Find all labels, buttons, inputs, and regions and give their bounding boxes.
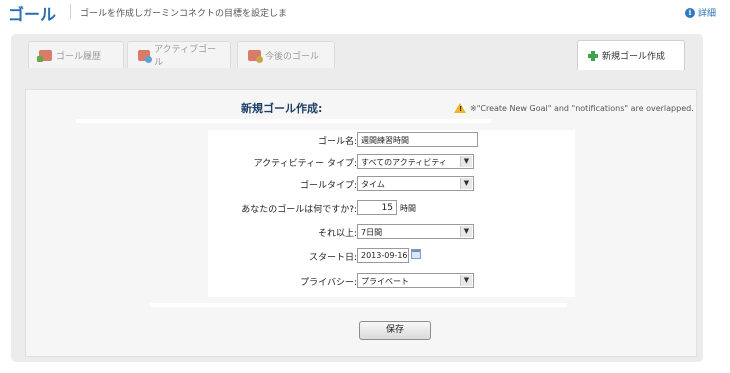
chevron-down-icon: ▼ — [460, 156, 472, 167]
goal-name-label: ゴール名: — [317, 137, 357, 147]
goal-name-row: ゴール名: 週間練習時間 — [208, 130, 575, 150]
goal-amount-row: あなたのゴールは何ですか?: 15 時間 — [208, 198, 575, 218]
form-title: 新規ゴール作成: — [241, 102, 323, 115]
plus-icon — [588, 50, 598, 61]
details-link[interactable]: i 詳細 — [684, 6, 716, 19]
activity-type-select[interactable]: すべてのアクティビティ ▼ — [357, 154, 474, 169]
start-date-label: スタート日: — [308, 253, 357, 263]
privacy-value: プライベート — [361, 277, 409, 286]
goal-name-input[interactable]: 週間練習時間 — [357, 132, 478, 147]
overlap-warning: ! ※"Create New Goal" and "notifications"… — [454, 103, 694, 113]
tab-label: 新規ゴール作成 — [602, 52, 666, 62]
start-date-row: スタート日: 2013-09-16 — [208, 246, 575, 266]
header-divider — [70, 4, 71, 19]
tab-active-goals[interactable]: アクティブゴール — [127, 41, 231, 68]
goal-amount-unit: 時間 — [400, 204, 416, 213]
new-goal-form-area: 新規ゴール作成: ! ※"Create New Goal" and "notif… — [25, 89, 697, 357]
upcoming-goal-icon — [248, 49, 263, 63]
tab-goal-history[interactable]: ゴール履歴 — [28, 41, 124, 68]
goal-type-row: ゴールタイプ: タイム ▼ — [208, 174, 575, 194]
tab-label: ゴール履歴 — [56, 51, 102, 62]
start-date-input[interactable]: 2013-09-16 — [357, 248, 409, 263]
calendar-icon[interactable] — [411, 249, 421, 259]
form-divider — [150, 303, 567, 307]
privacy-label: プライバシー: — [300, 278, 357, 288]
chevron-down-icon: ▼ — [460, 178, 472, 189]
save-button[interactable]: 保存 — [359, 321, 431, 340]
period-label: それ以上: — [317, 229, 357, 239]
privacy-select[interactable]: プライベート ▼ — [357, 273, 474, 288]
privacy-row: プライバシー: プライベート ▼ — [208, 271, 575, 291]
activity-type-row: アクティビティー タイプ: すべてのアクティビティ ▼ — [208, 152, 575, 172]
tab-new-goal[interactable]: 新規ゴール作成 — [577, 40, 685, 70]
tab-label: 今後のゴール — [265, 51, 320, 62]
goal-amount-label: あなたのゴールは何ですか?: — [241, 205, 357, 215]
goals-panel: ゴール履歴 アクティブゴール 今後のゴール 新規ゴール作成 新規ゴール作成: !… — [11, 34, 703, 362]
tab-upcoming-goals[interactable]: 今後のゴール — [237, 41, 335, 68]
tab-label: アクティブゴール — [154, 45, 217, 68]
goal-type-label: ゴールタイプ: — [299, 181, 357, 191]
warning-text: ※"Create New Goal" and "notifications" a… — [470, 103, 694, 113]
goal-form: ゴール名: 週間練習時間 アクティビティー タイプ: すべてのアクティビティ ▼… — [208, 130, 575, 297]
page-header: ゴール ゴールを作成しガーミンコネクトの目標を設定しま i 詳細 — [0, 0, 730, 26]
goal-amount-input[interactable]: 15 — [357, 200, 397, 215]
chevron-down-icon: ▼ — [460, 275, 472, 286]
period-row: それ以上: 7日間 ▼ — [208, 222, 575, 242]
period-select[interactable]: 7日間 ▼ — [357, 224, 474, 239]
details-label: 詳細 — [697, 9, 716, 19]
goal-type-value: タイム — [361, 180, 385, 189]
goal-history-icon — [37, 49, 52, 62]
activity-type-label: アクティビティー タイプ: — [253, 159, 357, 169]
goal-type-select[interactable]: タイム ▼ — [357, 176, 474, 191]
page-title: ゴール — [8, 5, 57, 24]
warning-icon: ! — [454, 103, 466, 113]
page-subtitle: ゴールを作成しガーミンコネクトの目標を設定しま — [80, 9, 288, 19]
chevron-down-icon: ▼ — [460, 226, 472, 237]
active-goal-icon — [138, 49, 153, 63]
title-divider — [76, 119, 491, 123]
info-icon: i — [684, 7, 695, 18]
activity-type-value: すべてのアクティビティ — [361, 158, 447, 167]
period-value: 7日間 — [361, 228, 383, 237]
